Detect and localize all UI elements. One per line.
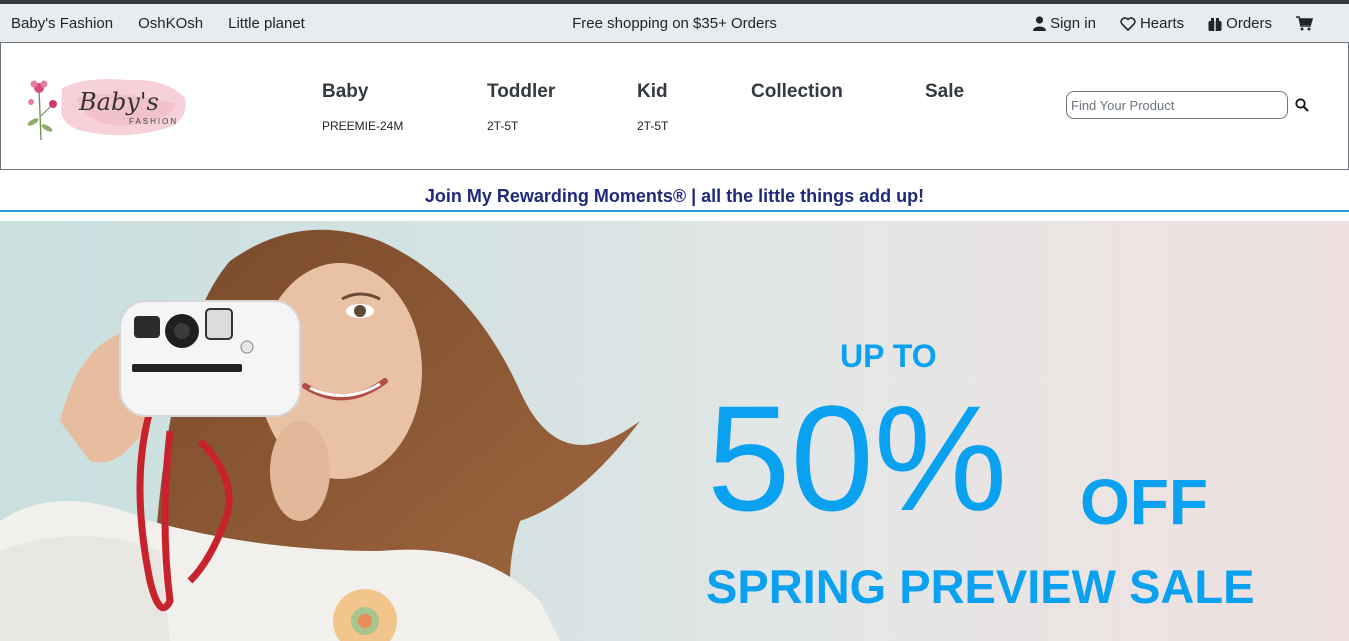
search-icon	[1295, 98, 1309, 112]
heart-icon	[1120, 16, 1136, 31]
nav-title-toddler: Toddler	[487, 81, 556, 102]
account-links: Sign in Hearts Orders	[1033, 15, 1313, 32]
nav-item-sale[interactable]: Sale	[925, 81, 964, 103]
nav-sub-baby[interactable]: PREEMIE-24M	[322, 119, 403, 133]
nav-title-collection: Collection	[751, 81, 843, 102]
brand-link-oshkosh[interactable]: OshKOsh	[138, 15, 203, 32]
nav-item-toddler[interactable]: Toddler 2T-5T	[487, 81, 555, 133]
brand-link-little-planet[interactable]: Little planet	[228, 15, 305, 32]
hero-banner[interactable]: UP TO 50% OFF SPRING PREVIEW SALE	[0, 221, 1349, 641]
top-bar: Baby's Fashion OshKOsh Little planet Fre…	[0, 0, 1349, 43]
nav-sub-toddler[interactable]: 2T-5T	[487, 119, 555, 133]
cart-link[interactable]	[1296, 16, 1313, 31]
site-logo[interactable]: Baby's FASHION	[17, 58, 207, 148]
flower-icon	[27, 80, 57, 141]
hearts-label: Hearts	[1139, 15, 1185, 32]
orders-label: Orders	[1226, 15, 1272, 32]
rewards-link[interactable]: Join My Rewarding Moments® | all the lit…	[0, 186, 1349, 207]
nav-sub-kid[interactable]: 2T-5T	[637, 119, 668, 133]
brand-link-babys-fashion[interactable]: Baby's Fashion	[11, 15, 113, 32]
hero-off: OFF	[1080, 466, 1208, 538]
sign-in-link[interactable]: Sign in	[1033, 15, 1096, 32]
nav-item-baby[interactable]: Baby PREEMIE-24M	[322, 81, 403, 133]
nav-title-kid: Kid	[637, 81, 668, 102]
hero-sale-title: SPRING PREVIEW SALE	[706, 560, 1255, 613]
gift-icon	[1208, 17, 1222, 31]
search-button[interactable]	[1295, 98, 1311, 114]
hero-upto: UP TO	[840, 338, 937, 374]
brand-links: Baby's Fashion OshKOsh Little planet	[11, 15, 305, 32]
main-header: Baby's FASHION Baby PREEMIE-24M Toddler …	[0, 42, 1349, 170]
logo-subtext: FASHION	[129, 117, 178, 126]
orders-link[interactable]: Orders	[1208, 15, 1272, 32]
nav-title-baby: Baby	[322, 81, 369, 102]
nav-item-collection[interactable]: Collection	[751, 81, 843, 103]
nav-title-sale: Sale	[925, 81, 965, 102]
nav-item-kid[interactable]: Kid 2T-5T	[637, 81, 668, 133]
rewards-divider	[0, 210, 1349, 212]
user-icon	[1033, 16, 1047, 31]
cart-icon	[1296, 16, 1313, 31]
sign-in-label: Sign in	[1050, 15, 1096, 32]
logo-image: Baby's FASHION	[27, 79, 186, 141]
hero-photo	[0, 229, 640, 641]
hearts-link[interactable]: Hearts	[1120, 15, 1184, 32]
search-input[interactable]	[1066, 91, 1288, 119]
hero-percent: 50%	[707, 374, 1008, 542]
logo-text: Baby's	[78, 88, 159, 116]
